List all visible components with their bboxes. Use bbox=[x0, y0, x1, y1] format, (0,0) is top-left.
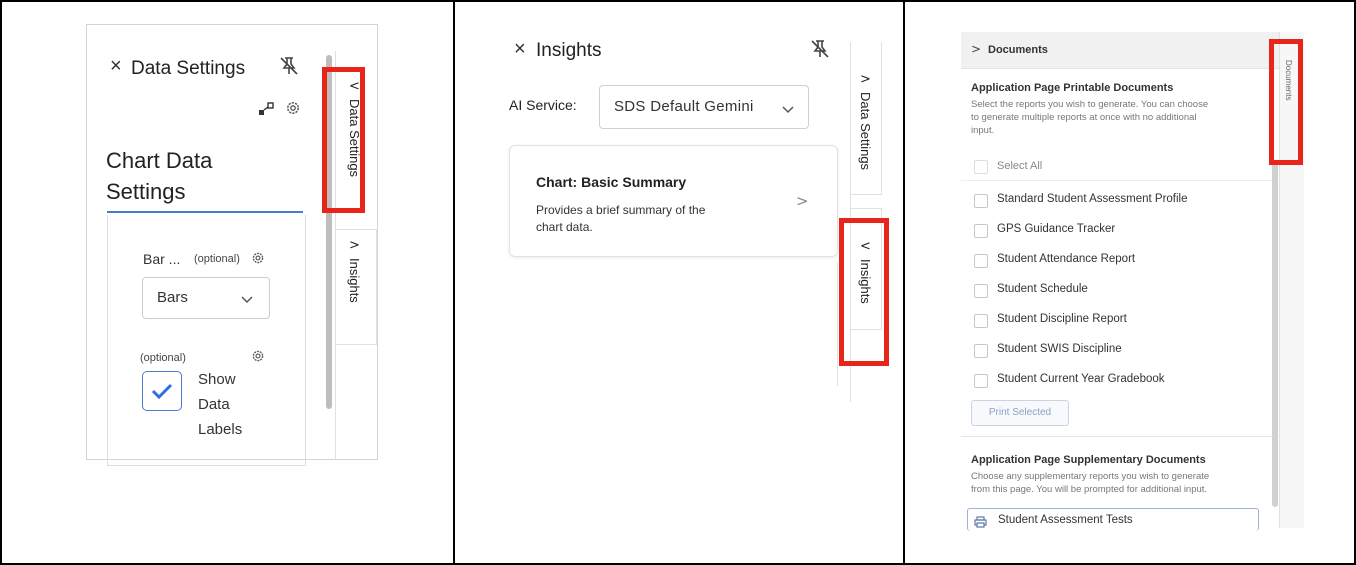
panel-title: Insights bbox=[536, 40, 602, 61]
list-item[interactable]: Student Attendance Report bbox=[961, 246, 1279, 274]
select-value: SDS Default Gemini bbox=[614, 98, 754, 115]
list-item[interactable]: GPS Guidance Tracker bbox=[961, 216, 1279, 244]
list-item[interactable]: Student Schedule bbox=[961, 276, 1279, 304]
desc-line: Select the reports you wish to generate.… bbox=[971, 99, 1209, 110]
unpin-icon[interactable] bbox=[278, 55, 300, 82]
documents-header[interactable]: > Documents bbox=[961, 32, 1279, 69]
chevron-right-icon: > bbox=[349, 238, 360, 253]
print-selected-button[interactable]: Print Selected bbox=[971, 400, 1069, 426]
gear-icon[interactable] bbox=[250, 250, 266, 271]
gear-icon[interactable] bbox=[250, 348, 266, 369]
document-checkbox[interactable] bbox=[974, 284, 988, 298]
section-header: Documents bbox=[988, 44, 1048, 56]
supplementary-label: Student Assessment Tests bbox=[998, 514, 1133, 526]
tab-label: Insights bbox=[347, 258, 362, 303]
desc-line: Choose any supplementary reports you wis… bbox=[971, 471, 1210, 482]
close-icon[interactable]: × bbox=[110, 55, 122, 78]
scrollbar[interactable] bbox=[1272, 162, 1278, 507]
highlight-box bbox=[1269, 39, 1303, 165]
document-label: Student SWIS Discipline bbox=[997, 343, 1122, 355]
desc-line: Provides a brief summary of the bbox=[536, 203, 706, 217]
heading-underline bbox=[107, 211, 303, 213]
list-item[interactable]: Student Discipline Report bbox=[961, 306, 1279, 334]
heading-line: Settings bbox=[106, 179, 186, 204]
document-checkbox[interactable] bbox=[974, 314, 988, 328]
chevron-down-icon bbox=[782, 102, 794, 120]
panel-cell-insights: × Insights AI Service: SDS Default Gemin… bbox=[453, 0, 905, 565]
bar-label: Bar ... bbox=[143, 251, 181, 267]
printer-icon bbox=[974, 515, 987, 533]
expand-icon[interactable] bbox=[258, 101, 274, 122]
document-label: GPS Guidance Tracker bbox=[997, 223, 1116, 235]
chevron-right-icon: > bbox=[971, 42, 982, 56]
desc-line: input. bbox=[971, 125, 995, 136]
close-icon[interactable]: × bbox=[514, 38, 526, 61]
ai-service-label: AI Service: bbox=[509, 97, 577, 113]
checkmark-icon bbox=[151, 383, 173, 400]
document-checkbox[interactable] bbox=[974, 194, 988, 208]
optional-label: (optional) bbox=[140, 352, 186, 364]
label-line: Data bbox=[198, 396, 230, 413]
printable-title: Application Page Printable Documents bbox=[971, 82, 1174, 94]
heading-line: Chart Data bbox=[106, 148, 213, 173]
chevron-down-icon bbox=[241, 292, 253, 310]
desc-line: chart data. bbox=[536, 220, 593, 234]
panel-title: Data Settings bbox=[131, 58, 246, 79]
document-checkbox[interactable] bbox=[974, 374, 988, 388]
gear-icon[interactable] bbox=[284, 99, 302, 122]
select-all-row[interactable]: Select All bbox=[961, 154, 1279, 181]
insight-card[interactable]: Chart: Basic Summary Provides a brief su… bbox=[509, 145, 838, 257]
chart-type-dropdown[interactable]: Bars bbox=[142, 277, 270, 319]
highlight-box bbox=[322, 67, 365, 213]
list-item[interactable]: Student SWIS Discipline bbox=[961, 336, 1279, 364]
panel-cell-documents: > Documents Application Page Printable D… bbox=[903, 0, 1356, 565]
printable-description: Select the reports you wish to generate.… bbox=[971, 98, 1208, 137]
desc-line: to generate multiple reports at once wit… bbox=[971, 112, 1197, 123]
content-area-edge bbox=[835, 262, 838, 386]
optional-label: (optional) bbox=[194, 253, 240, 265]
document-label: Student Current Year Gradebook bbox=[997, 373, 1165, 385]
list-item[interactable]: Standard Student Assessment Profile bbox=[961, 186, 1279, 214]
document-label: Student Discipline Report bbox=[997, 313, 1127, 325]
documents-panel: > Documents Application Page Printable D… bbox=[961, 32, 1304, 531]
highlight-box bbox=[839, 218, 889, 366]
desc-line: from this page. You will be prompted for… bbox=[971, 484, 1208, 495]
card-title: Chart: Basic Summary bbox=[536, 174, 687, 190]
chevron-right-icon: > bbox=[860, 72, 871, 87]
document-label: Student Attendance Report bbox=[997, 253, 1136, 265]
select-all-checkbox[interactable] bbox=[974, 160, 988, 174]
list-item[interactable]: Student Current Year Gradebook bbox=[961, 366, 1279, 394]
document-label: Standard Student Assessment Profile bbox=[997, 193, 1188, 205]
document-checkbox[interactable] bbox=[974, 224, 988, 238]
supplementary-description: Choose any supplementary reports you wis… bbox=[971, 470, 1209, 496]
label-line: Show bbox=[198, 371, 236, 388]
tab-data-settings[interactable]: > Data Settings bbox=[851, 42, 882, 195]
panel-cell-data-settings: × Data Settings Chart Data Settings Bar … bbox=[0, 0, 455, 565]
ai-service-select[interactable]: SDS Default Gemini bbox=[599, 85, 809, 129]
tab-label: Data Settings bbox=[858, 92, 873, 171]
tab-insights[interactable]: > Insights bbox=[336, 229, 377, 345]
card-description: Provides a brief summary of the chart da… bbox=[536, 202, 705, 236]
label-line: Labels bbox=[198, 421, 243, 438]
supplementary-title: Application Page Supplementary Documents bbox=[971, 454, 1206, 466]
document-label: Student Schedule bbox=[997, 283, 1088, 295]
unpin-icon[interactable] bbox=[809, 38, 831, 65]
select-all-label: Select All bbox=[997, 160, 1043, 172]
dropdown-value: Bars bbox=[157, 289, 188, 306]
settings-card: Bar ... (optional) Bars (optional) Show … bbox=[107, 215, 306, 466]
document-checkbox[interactable] bbox=[974, 344, 988, 358]
supplementary-item[interactable]: Student Assessment Tests bbox=[967, 508, 1259, 531]
chevron-right-icon: > bbox=[796, 192, 809, 210]
button-label: Print Selected bbox=[988, 407, 1052, 418]
section-heading: Chart Data Settings bbox=[106, 145, 212, 207]
show-data-labels-label: Show Data Labels bbox=[198, 367, 242, 442]
show-data-labels-checkbox[interactable] bbox=[142, 371, 182, 411]
document-checkbox[interactable] bbox=[974, 254, 988, 268]
divider bbox=[961, 436, 1279, 437]
